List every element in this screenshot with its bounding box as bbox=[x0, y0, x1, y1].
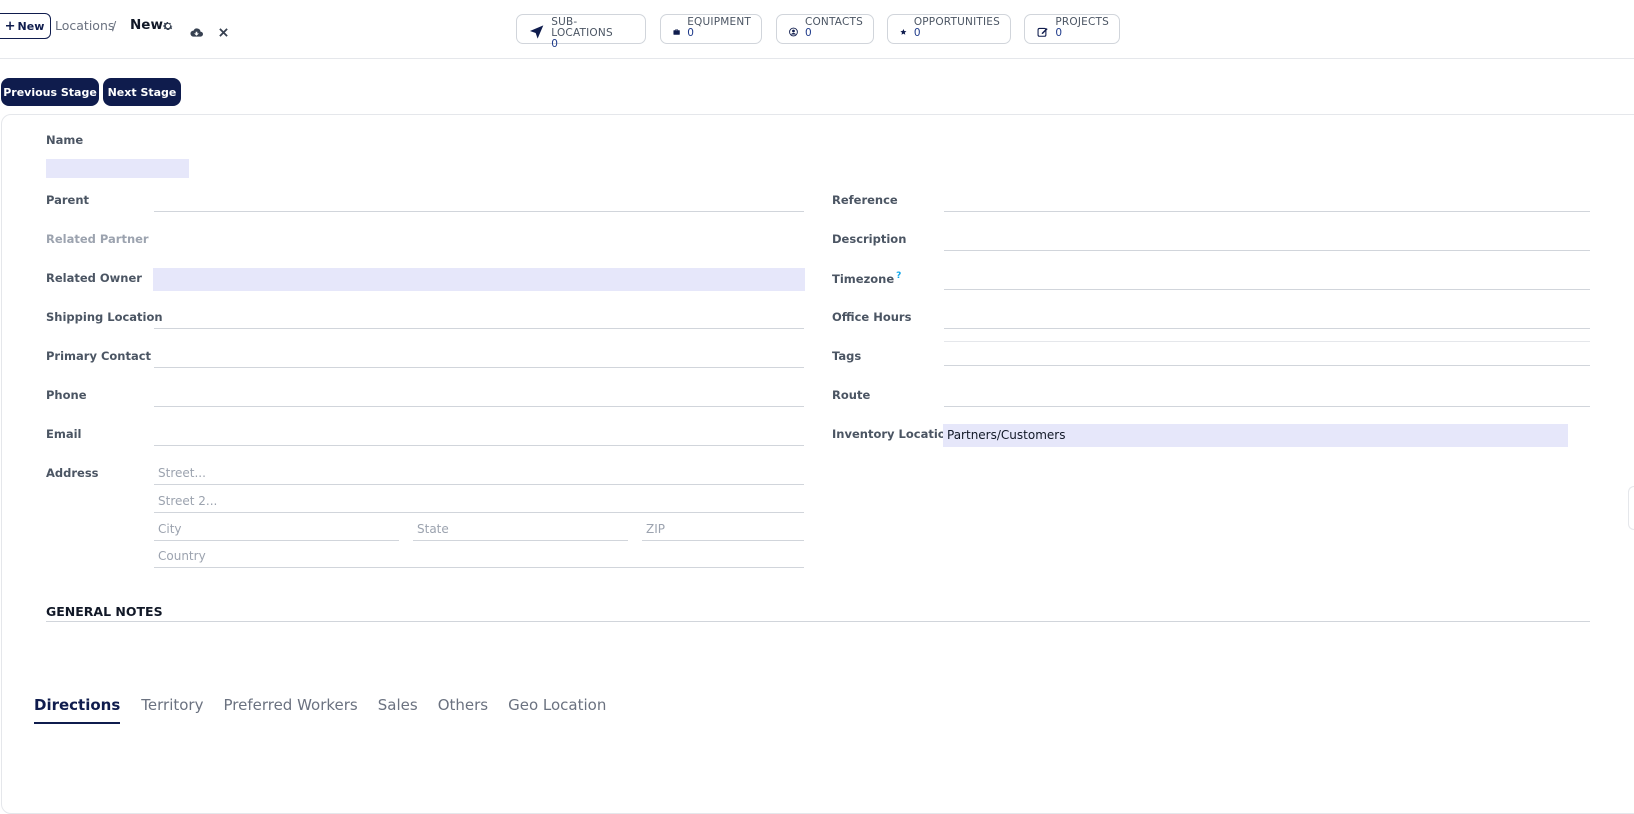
street-input[interactable]: Street... bbox=[154, 463, 804, 485]
side-panel-handle[interactable] bbox=[1628, 486, 1634, 530]
smart-button-projects[interactable]: PROJECTS 0 bbox=[1024, 14, 1120, 44]
reference-input[interactable] bbox=[944, 190, 1590, 212]
description-label: Description bbox=[832, 232, 907, 246]
breadcrumb-separator: / bbox=[112, 18, 117, 33]
street2-input[interactable]: Street 2... bbox=[154, 491, 804, 513]
timezone-select[interactable] bbox=[944, 268, 1590, 290]
name-input[interactable] bbox=[46, 159, 189, 178]
tab-others[interactable]: Others bbox=[428, 696, 498, 724]
breadcrumb-locations[interactable]: Locations bbox=[55, 18, 114, 33]
tags-input[interactable] bbox=[944, 341, 1590, 366]
new-button[interactable]: + New bbox=[0, 13, 51, 39]
reference-label: Reference bbox=[832, 193, 898, 207]
email-label: Email bbox=[46, 427, 82, 441]
phone-label: Phone bbox=[46, 388, 87, 402]
shipping-location-label: Shipping Location bbox=[46, 310, 163, 324]
city-input[interactable]: City bbox=[154, 519, 399, 541]
general-notes-divider bbox=[46, 621, 1590, 622]
discard-close-icon[interactable] bbox=[214, 23, 232, 41]
smart-button-equipment[interactable]: EQUIPMENT 0 bbox=[660, 14, 762, 44]
location-arrow-icon bbox=[529, 25, 544, 39]
primary-contact-input[interactable] bbox=[154, 346, 804, 368]
edit-icon bbox=[1037, 27, 1048, 37]
tab-directions[interactable]: Directions bbox=[34, 696, 121, 724]
breadcrumb-current: New bbox=[130, 17, 163, 33]
tab-territory[interactable]: Territory bbox=[131, 696, 213, 724]
route-input[interactable] bbox=[944, 385, 1590, 407]
zip-input[interactable]: ZIP bbox=[642, 519, 804, 541]
address-label: Address bbox=[46, 466, 99, 480]
star-icon bbox=[900, 29, 907, 35]
primary-contact-label: Primary Contact bbox=[46, 349, 152, 363]
parent-input[interactable] bbox=[154, 190, 804, 212]
tab-preferred-workers[interactable]: Preferred Workers bbox=[213, 696, 367, 724]
smart-button-opportunities[interactable]: OPPORTUNITIES 0 bbox=[887, 14, 1011, 44]
control-panel: + New Locations / New SUB-LOCATIONS 0 EQ… bbox=[0, 0, 1634, 59]
user-circle-icon bbox=[789, 27, 798, 37]
related-owner-label: Related Owner bbox=[46, 271, 142, 285]
notebook-tabs: Directions Territory Preferred Workers S… bbox=[34, 696, 616, 724]
tab-sales[interactable]: Sales bbox=[368, 696, 428, 724]
state-input[interactable]: State bbox=[413, 519, 628, 541]
save-cloud-icon[interactable] bbox=[187, 23, 205, 41]
phone-input[interactable] bbox=[154, 385, 804, 407]
parent-label: Parent bbox=[46, 193, 90, 207]
help-tooltip-icon[interactable]: ? bbox=[896, 271, 901, 281]
shipping-location-input[interactable] bbox=[154, 307, 804, 329]
general-notes-title: GENERAL NOTES bbox=[46, 604, 163, 619]
related-partner-label: Related Partner bbox=[46, 232, 149, 246]
tab-geo-location[interactable]: Geo Location bbox=[498, 696, 616, 724]
plus-icon: + bbox=[4, 18, 16, 34]
timezone-label: Timezone? bbox=[832, 271, 902, 286]
next-stage-button[interactable]: Next Stage bbox=[103, 78, 181, 106]
smart-button-contacts[interactable]: CONTACTS 0 bbox=[776, 14, 874, 44]
smart-button-sub-locations[interactable]: SUB-LOCATIONS 0 bbox=[516, 14, 646, 50]
gear-icon[interactable] bbox=[159, 17, 177, 35]
route-label: Route bbox=[832, 388, 871, 402]
name-label: Name bbox=[46, 133, 84, 147]
previous-stage-button[interactable]: Previous Stage bbox=[1, 78, 99, 106]
inventory-location-input[interactable]: Partners/Customers bbox=[943, 424, 1568, 447]
office-hours-input[interactable] bbox=[944, 307, 1590, 329]
inventory-location-label: Inventory Location bbox=[832, 427, 954, 441]
country-input[interactable]: Country bbox=[154, 546, 804, 568]
related-owner-input[interactable] bbox=[153, 268, 805, 291]
description-input[interactable] bbox=[944, 229, 1590, 251]
tags-label: Tags bbox=[832, 349, 862, 363]
email-input[interactable] bbox=[154, 424, 804, 446]
office-hours-label: Office Hours bbox=[832, 310, 912, 324]
briefcase-icon bbox=[673, 29, 680, 35]
